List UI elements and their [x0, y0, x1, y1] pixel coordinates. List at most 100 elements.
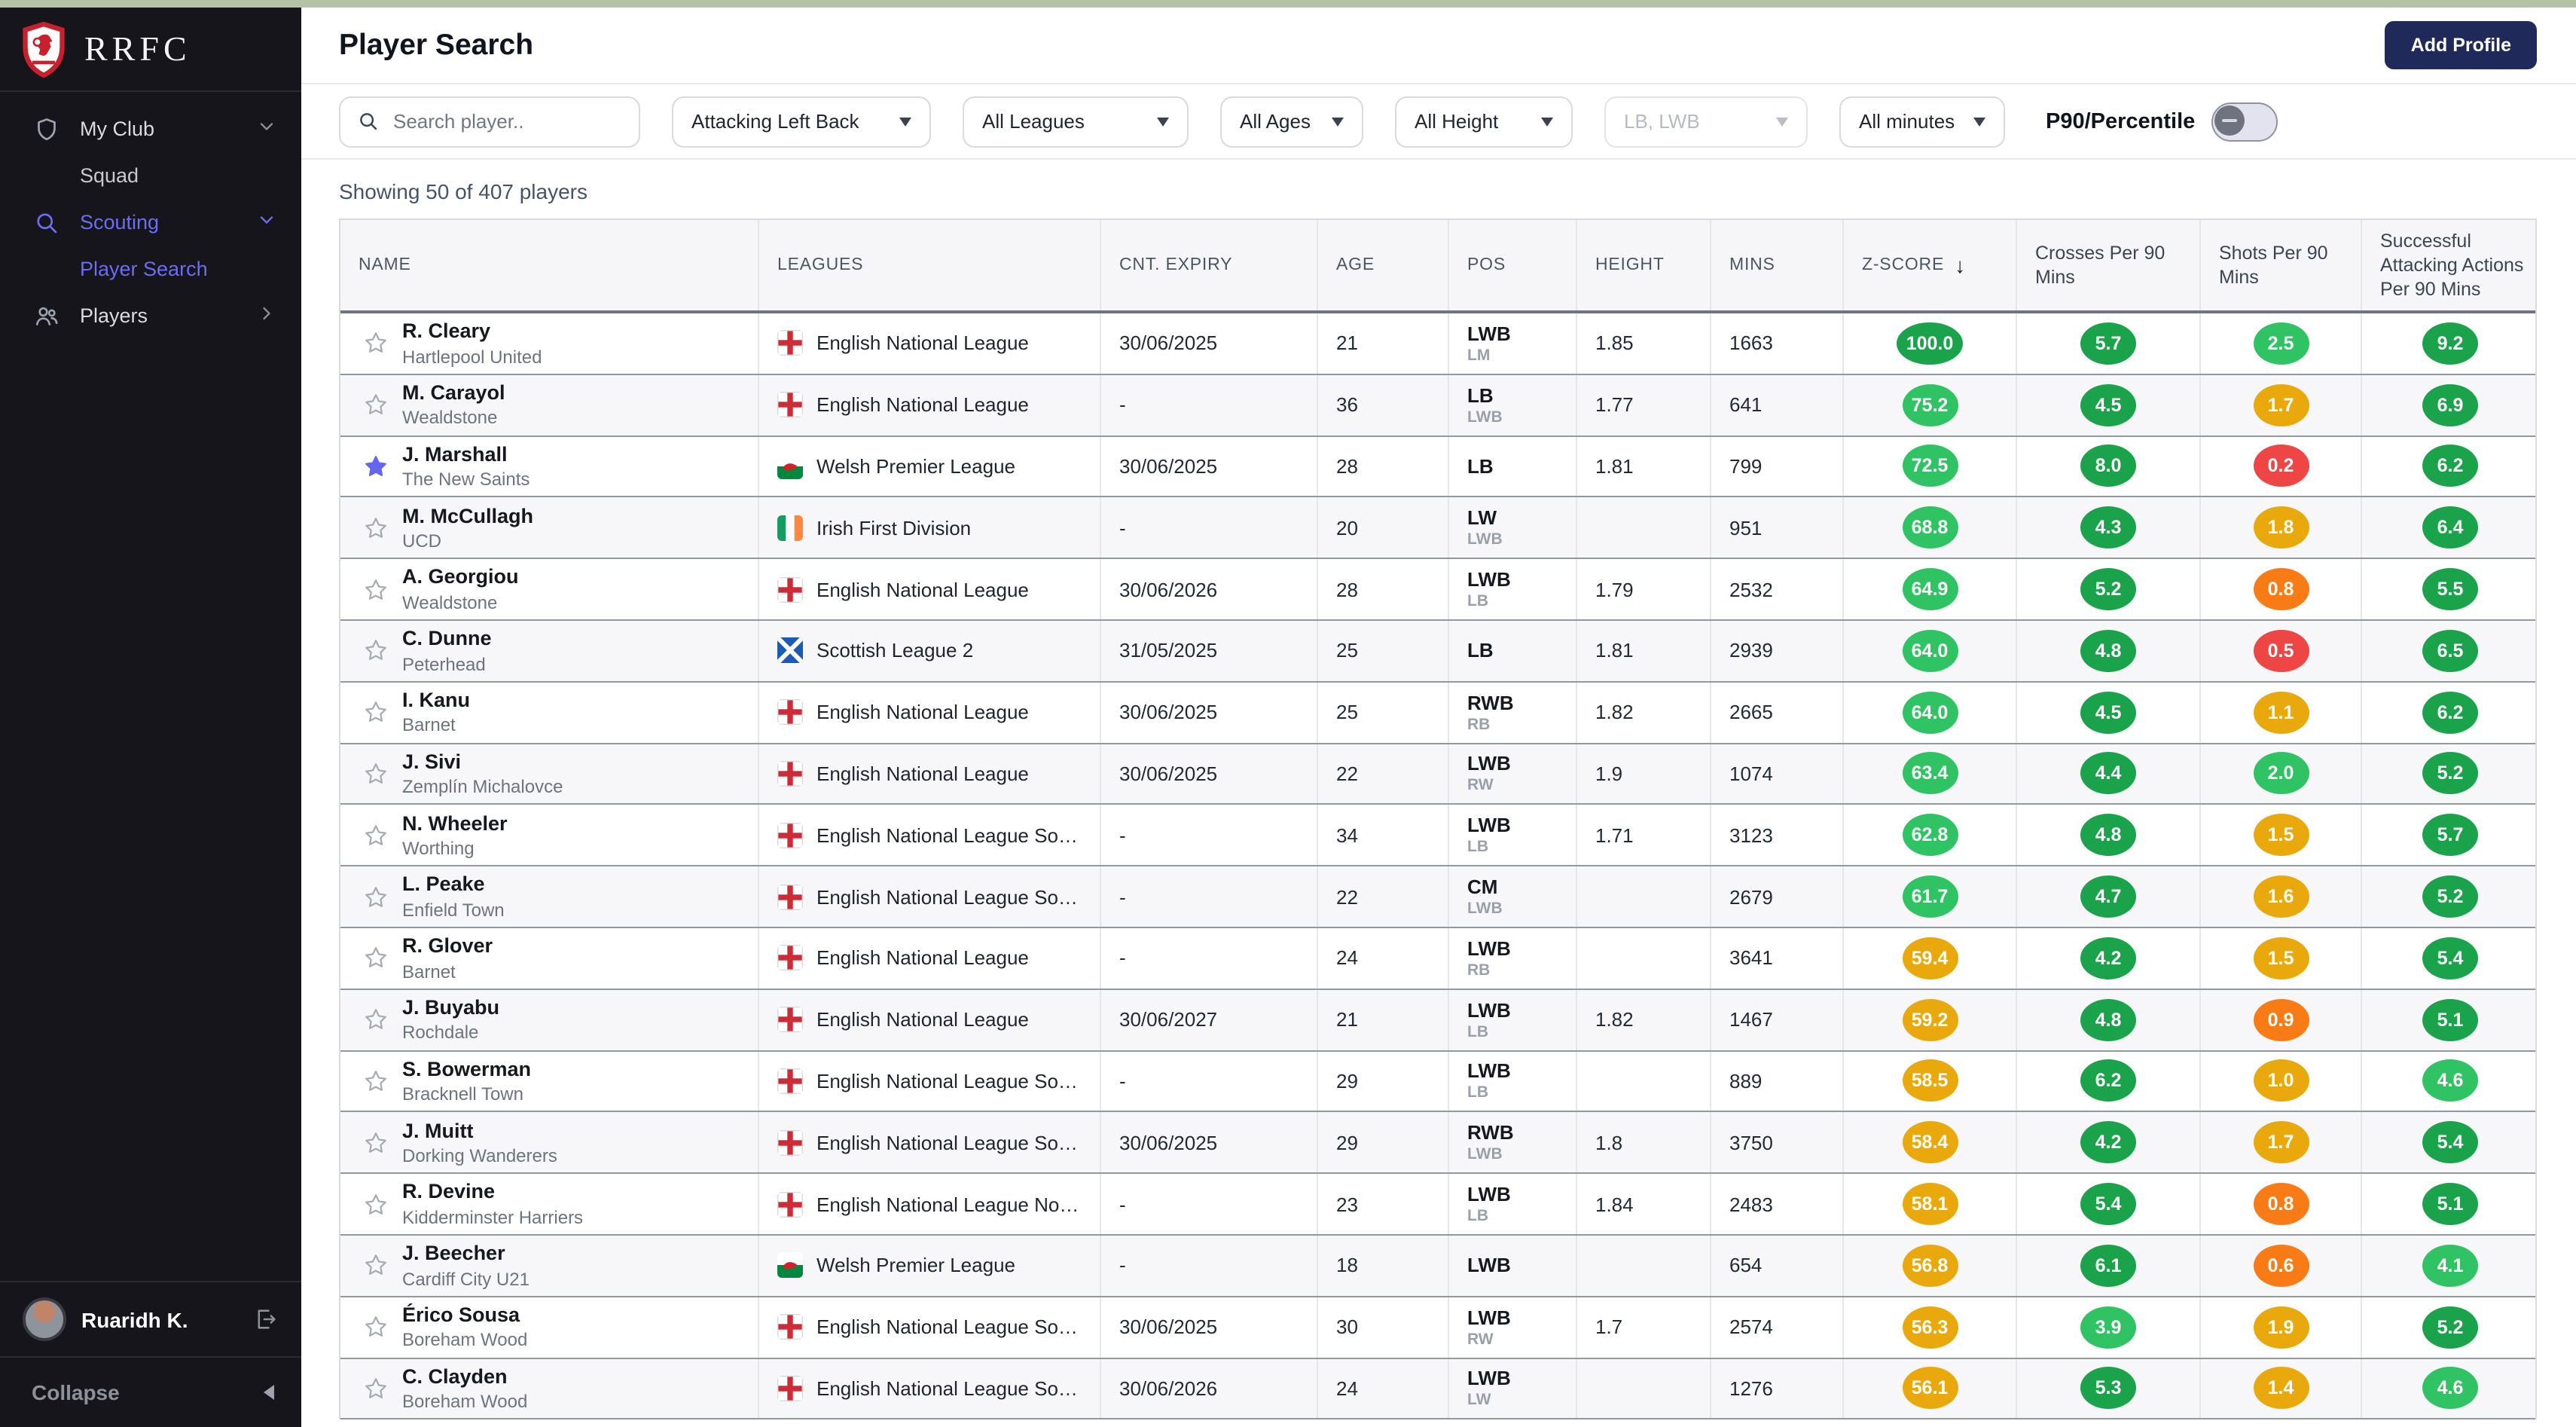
column-header-crosses[interactable]: Crosses Per 90 Mins — [2016, 220, 2199, 310]
player-mins: 2532 — [1710, 559, 1842, 619]
search-icon — [32, 208, 60, 237]
favorite-star-button[interactable] — [348, 638, 402, 664]
table-row[interactable]: C. Dunne Peterhead Scottish League 2 31/… — [340, 620, 2535, 683]
z-score-badge: 56.8 — [1902, 1244, 1958, 1287]
favorite-star-button[interactable] — [348, 1130, 402, 1156]
player-mins: 654 — [1710, 1235, 1842, 1296]
favorite-star-button[interactable] — [348, 1376, 402, 1401]
position-filter-dropdown[interactable]: Attacking Left Back — [672, 96, 931, 147]
table-row[interactable]: L. Peake Enfield Town English National L… — [340, 866, 2535, 928]
saa-badge: 4.6 — [2422, 1059, 2478, 1102]
saa-badge: 6.4 — [2422, 506, 2478, 549]
player-height — [1576, 866, 1710, 927]
table-row[interactable]: N. Wheeler Worthing English National Lea… — [340, 805, 2535, 867]
z-score-badge: 58.1 — [1902, 1183, 1958, 1226]
table-row[interactable]: M. McCullagh UCD Irish First Division - … — [340, 497, 2535, 560]
table-row[interactable]: A. Georgiou Wealdstone English National … — [340, 559, 2535, 621]
league-name: English National League So… — [816, 1069, 1078, 1092]
column-header-leagues[interactable]: LEAGUES — [758, 220, 1100, 310]
favorite-star-button[interactable] — [348, 1007, 402, 1032]
club-logo-row: RRFC — [0, 8, 301, 92]
favorite-star-button[interactable] — [348, 1253, 402, 1279]
club-crest-icon — [20, 20, 68, 78]
player-club: Kidderminster Harriers — [402, 1206, 584, 1228]
table-row[interactable]: J. Marshall The New Saints Welsh Premier… — [340, 436, 2535, 498]
column-header-z-score[interactable]: Z-SCORE ↓ — [1842, 220, 2016, 310]
table-row[interactable]: R. Glover Barnet English National League… — [340, 927, 2535, 990]
sidebar-item-scouting[interactable]: Scouting — [0, 199, 301, 246]
column-header-pos[interactable]: POS — [1448, 220, 1576, 310]
shots-badge: 0.9 — [2253, 998, 2309, 1041]
table-row[interactable]: R. Devine Kidderminster Harriers English… — [340, 1174, 2535, 1236]
shots-badge: 1.7 — [2253, 383, 2309, 426]
sidebar-nav: My Club Squad Scouting Player Search Pla… — [0, 92, 301, 1281]
sidebar-item-player-search[interactable]: Player Search — [0, 246, 301, 292]
player-mins: 1276 — [1710, 1358, 1842, 1419]
column-header-saa[interactable]: Successful Attacking Actions Per 90 Mins — [2361, 220, 2538, 310]
contract-expiry: - — [1100, 497, 1317, 558]
table-row[interactable]: C. Clayden Boreham Wood English National… — [340, 1358, 2535, 1420]
column-header-age[interactable]: AGE — [1317, 220, 1448, 310]
table-row[interactable]: R. Cleary Hartlepool United English Nati… — [340, 313, 2535, 375]
table-row[interactable]: S. Bowerman Bracknell Town English Natio… — [340, 1051, 2535, 1113]
favorite-star-button[interactable] — [348, 1314, 402, 1340]
position-primary: LWB — [1467, 1059, 1511, 1083]
favorite-star-button[interactable] — [348, 392, 402, 417]
player-height: 1.79 — [1576, 559, 1710, 619]
table-row[interactable]: Érico Sousa Boreham Wood English Nationa… — [340, 1297, 2535, 1359]
sidebar-item-squad[interactable]: Squad — [0, 152, 301, 199]
player-club: Worthing — [402, 838, 475, 860]
table-row[interactable]: J. Beecher Cardiff City U21 Welsh Premie… — [340, 1235, 2535, 1297]
ages-filter-dropdown[interactable]: All Ages — [1220, 96, 1363, 147]
favorite-star-button[interactable] — [348, 946, 402, 971]
z-score-badge: 64.0 — [1902, 629, 1958, 672]
favorite-star-button[interactable] — [348, 515, 402, 541]
user-profile-row[interactable]: Ruaridh K. — [0, 1281, 301, 1356]
results-summary: Showing 50 of 407 players — [339, 179, 588, 203]
leagues-filter-dropdown[interactable]: All Leagues — [963, 96, 1189, 147]
brand-name: RRFC — [84, 29, 191, 67]
sidebar-item-players[interactable]: Players — [0, 292, 301, 339]
player-height — [1576, 1235, 1710, 1296]
column-header-cnt-expiry[interactable]: CNT. EXPIRY — [1100, 220, 1317, 310]
sidebar-item-my-club[interactable]: My Club — [0, 105, 301, 152]
league-flag-icon — [777, 1068, 803, 1094]
table-row[interactable]: J. Buyabu Rochdale English National Leag… — [340, 989, 2535, 1052]
favorite-star-button[interactable] — [348, 761, 402, 787]
favorite-star-button[interactable] — [348, 576, 402, 602]
sidebar-collapse-button[interactable]: Collapse — [0, 1356, 301, 1427]
league-flag-icon — [777, 1191, 803, 1218]
column-header-name[interactable]: NAME — [340, 220, 758, 310]
saa-badge: 5.2 — [2422, 1306, 2478, 1349]
favorite-star-button[interactable] — [348, 699, 402, 725]
search-box[interactable] — [339, 96, 640, 147]
league-flag-icon — [777, 1375, 803, 1401]
favorite-star-button[interactable] — [348, 823, 402, 848]
add-profile-button[interactable]: Add Profile — [2385, 21, 2537, 69]
favorite-star-button[interactable] — [348, 1191, 402, 1217]
column-header-height[interactable]: HEIGHT — [1576, 220, 1710, 310]
saa-badge: 5.2 — [2422, 752, 2478, 795]
table-row[interactable]: M. Carayol Wealdstone English National L… — [340, 374, 2535, 437]
logout-icon[interactable] — [253, 1306, 279, 1332]
contract-expiry: 30/06/2025 — [1100, 1112, 1317, 1173]
column-header-shots[interactable]: Shots Per 90 Mins — [2199, 220, 2361, 310]
player-age: 30 — [1317, 1297, 1448, 1358]
saa-badge: 5.7 — [2422, 814, 2478, 857]
position-secondary: LB — [1467, 1207, 1488, 1226]
favorite-star-button[interactable] — [348, 331, 402, 356]
height-filter-dropdown[interactable]: All Height — [1395, 96, 1573, 147]
table-row[interactable]: I. Kanu Barnet English National League 3… — [340, 682, 2535, 744]
favorite-star-button[interactable] — [348, 454, 402, 479]
favorite-star-button[interactable] — [348, 1068, 402, 1094]
player-name: J. Marshall — [402, 442, 508, 466]
player-name: J. Sivi — [402, 750, 462, 773]
saa-badge: 6.2 — [2422, 691, 2478, 734]
p90-percentile-toggle[interactable] — [2211, 102, 2278, 141]
search-input[interactable] — [393, 110, 622, 133]
minutes-filter-dropdown[interactable]: All minutes — [1839, 96, 2005, 147]
column-header-mins[interactable]: MINS — [1710, 220, 1842, 310]
table-row[interactable]: J. Sivi Zemplín Michalovce English Natio… — [340, 744, 2535, 805]
table-row[interactable]: J. Muitt Dorking Wanderers English Natio… — [340, 1112, 2535, 1175]
favorite-star-button[interactable] — [348, 884, 402, 909]
